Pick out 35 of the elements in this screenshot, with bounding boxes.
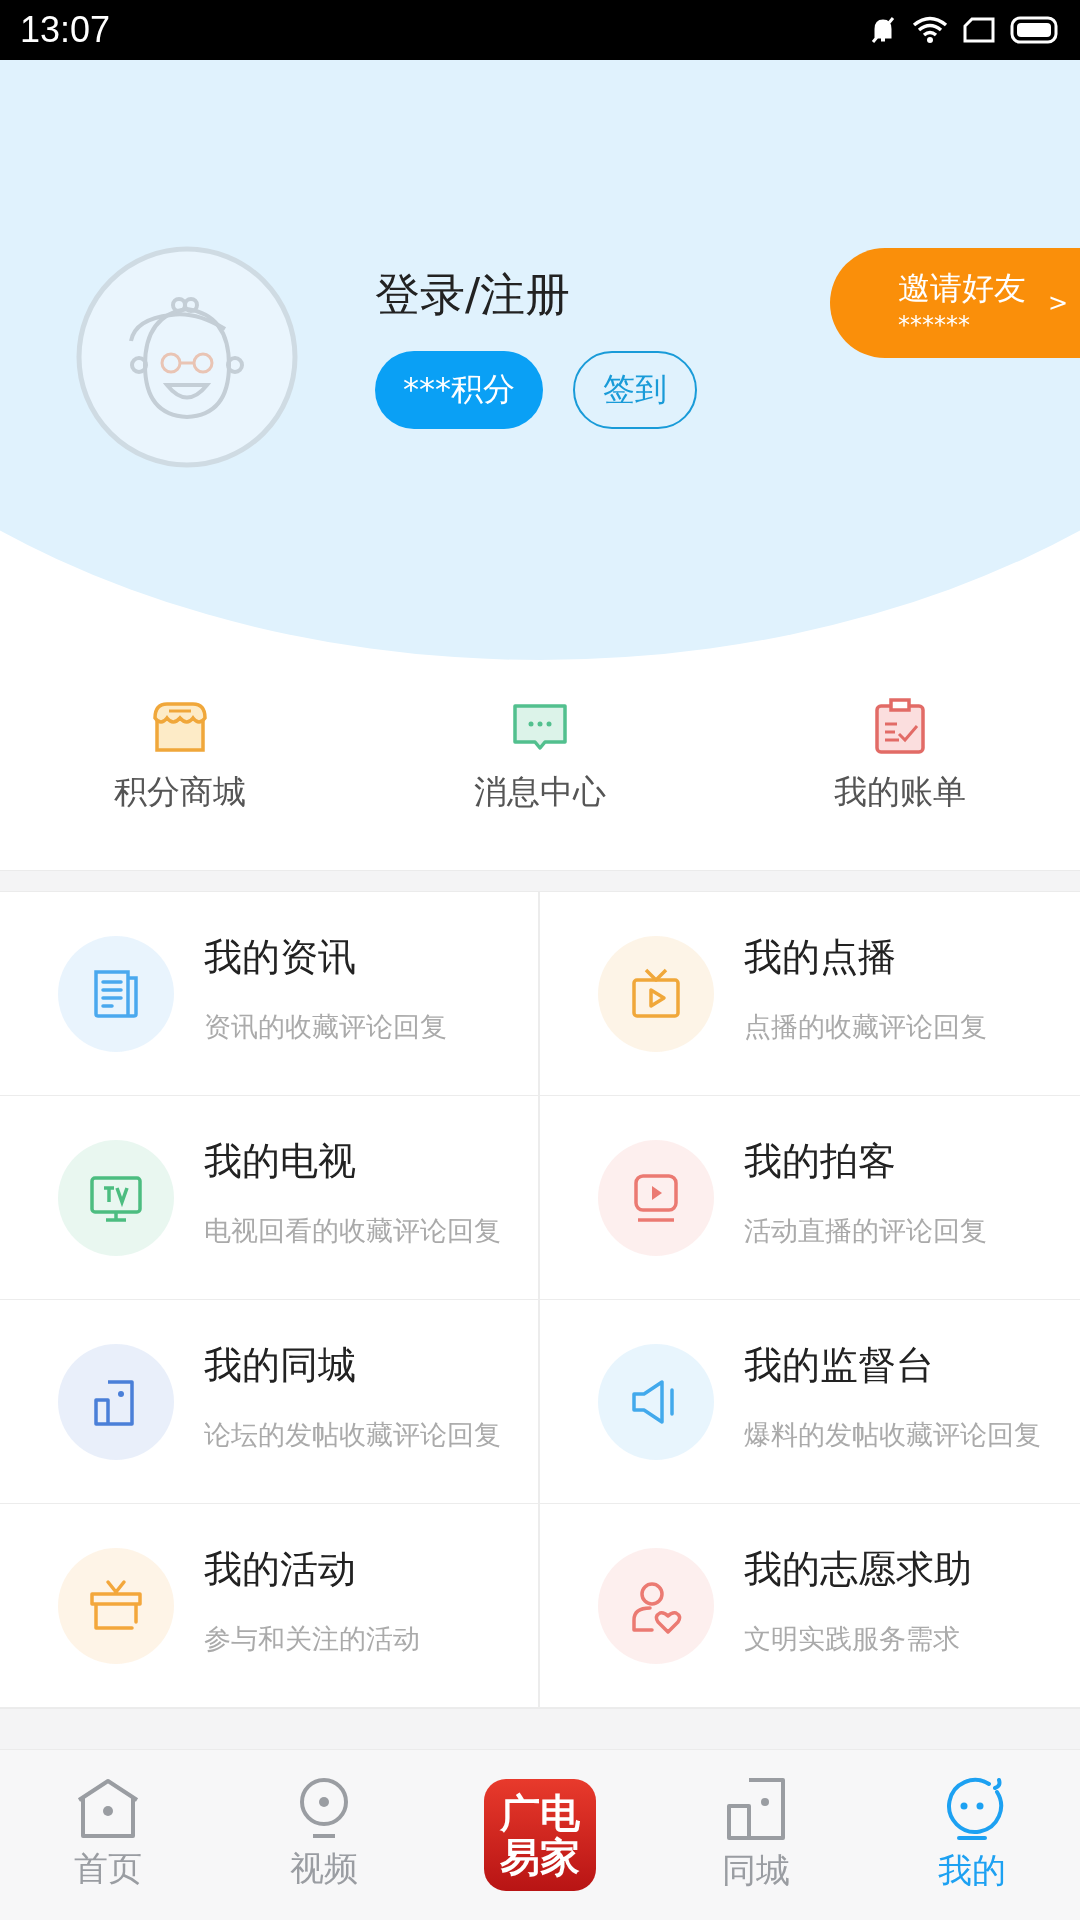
menu-title: 我的活动: [204, 1546, 357, 1593]
shortcut-item[interactable]: 我的账单: [720, 695, 1080, 815]
status-time: 13:07: [20, 9, 111, 51]
app-logo: 广电 易家: [484, 1779, 596, 1891]
home-icon: [75, 1778, 141, 1840]
menu-item[interactable]: 我的监督台 爆料的发帖收藏评论回复: [540, 1300, 1080, 1504]
menu-subtitle: 论坛的发帖收藏评论回复: [204, 1418, 501, 1452]
menu-item[interactable]: 我的志愿求助 文明实践服务需求: [540, 1504, 1080, 1708]
menu-item[interactable]: 我的活动 参与和关注的活动: [0, 1504, 540, 1708]
menu-item[interactable]: 我的资讯 资讯的收藏评论回复: [0, 892, 540, 1096]
menu-title: 我的拍客: [744, 1138, 897, 1185]
menu-title: 我的同城: [204, 1342, 357, 1389]
menu-subtitle: 活动直播的评论回复: [744, 1214, 987, 1248]
menu-title: 我的资讯: [204, 934, 357, 981]
menu-item[interactable]: 我的同城 论坛的发帖收藏评论回复: [0, 1300, 540, 1504]
menu-item[interactable]: 我的拍客 活动直播的评论回复: [540, 1096, 1080, 1300]
shortcut-item[interactable]: 积分商城: [0, 695, 360, 815]
menu-subtitle: 点播的收藏评论回复: [744, 1010, 987, 1044]
wifi-icon: [912, 15, 948, 45]
menu-title: 我的志愿求助: [744, 1546, 972, 1593]
menu-subtitle: 参与和关注的活动: [204, 1622, 420, 1656]
menu-title: 我的监督台: [744, 1342, 935, 1389]
menu-title: 我的点播: [744, 934, 897, 981]
menu-subtitle: 文明实践服务需求: [744, 1622, 961, 1656]
menu-subtitle: 资讯的收藏评论回复: [204, 1010, 447, 1044]
battery-icon: [1010, 16, 1060, 44]
avatar-icon[interactable]: [75, 245, 299, 469]
app-logo-tab[interactable]: 广电 易家: [432, 1779, 648, 1891]
login-title[interactable]: 登录/注册: [375, 265, 697, 325]
menu-subtitle: 爆料的发帖收藏评论回复: [744, 1418, 1041, 1452]
menu-item[interactable]: 我的电视 电视回看的收藏评论回复: [0, 1096, 540, 1300]
menu-title: 我的电视: [204, 1138, 357, 1185]
menu-item[interactable]: 我的点播 点播的收藏评论回复: [540, 892, 1080, 1096]
menu-subtitle: 电视回看的收藏评论回复: [204, 1214, 501, 1248]
shortcut-item[interactable]: 消息中心: [360, 695, 720, 815]
